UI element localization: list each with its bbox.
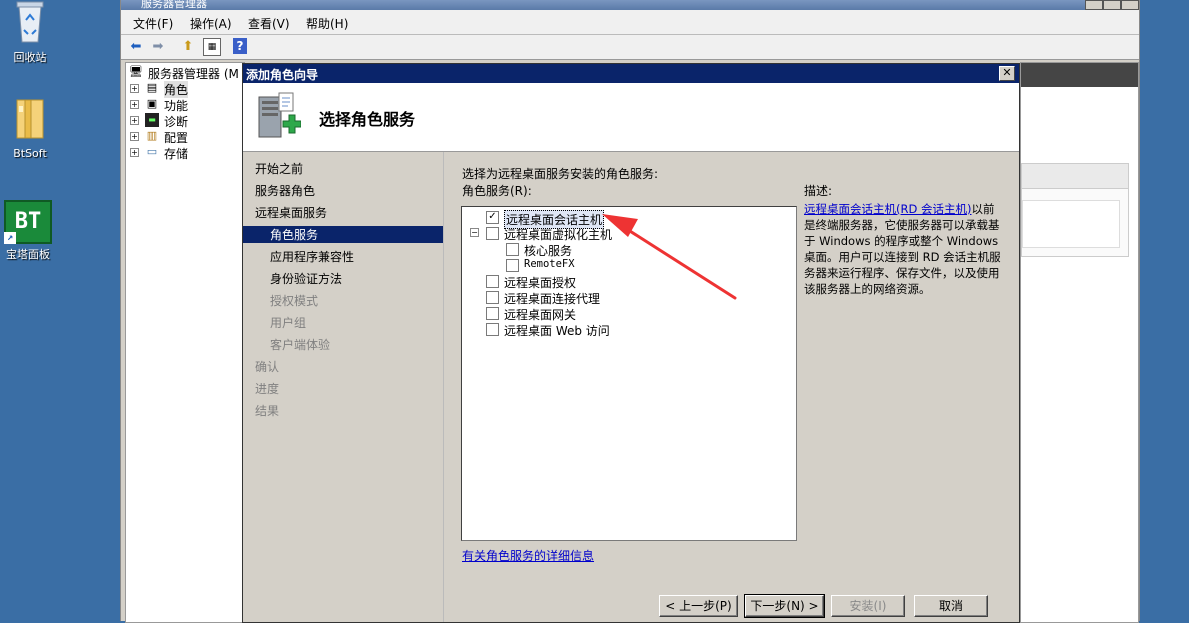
desktop-icon-recycle-bin[interactable]: 回收站 [0,0,60,65]
step-server-roles[interactable]: 服务器角色 [255,182,315,200]
more-info-link[interactable]: 有关角色服务的详细信息 [462,547,594,564]
role-service-label: 核心服务 [524,244,573,258]
step-remote-desktop-services[interactable]: 远程桌面服务 [255,204,327,222]
checkbox-rd-gateway[interactable] [486,307,499,320]
checkbox-rd-web-access[interactable] [486,323,499,336]
shortcut-arrow-icon: ↗ [4,232,16,244]
server-add-role-icon [258,92,301,138]
step-application-compatibility[interactable]: 应用程序兼容性 [270,248,354,266]
next-button[interactable]: 下一步(N) > [744,594,825,618]
close-button[interactable] [1121,0,1139,10]
step-client-experience: 客户端体验 [270,338,331,352]
cancel-button[interactable]: 取消 [914,595,988,617]
role-service-label: 远程桌面 Web 访问 [504,324,610,338]
menu-action[interactable]: 操作(A) [190,15,232,32]
step-progress: 进度 [255,382,280,396]
desktop-icon-btsoft[interactable]: BtSoft [0,96,60,160]
toolbar: ⬅ ➡ ⬆ ▦ ? [121,35,1139,60]
role-service-label: 远程桌面授权 [504,276,577,290]
menu-file[interactable]: 文件(F) [133,15,173,32]
maximize-button[interactable] [1103,0,1121,10]
storage-icon: ▭ [146,145,158,158]
folder-icon [16,99,44,139]
wizard-steps: 开始之前 服务器角色 远程桌面服务 角色服务 应用程序兼容性 身份验证方法 授权… [243,152,444,622]
expand-icon[interactable]: + [130,116,139,125]
dialog-titlebar[interactable]: 添加角色向导 ✕ [243,64,1019,83]
step-results: 结果 [255,404,280,418]
step-confirmation: 确认 [255,360,280,374]
recycle-bin-icon [16,1,44,43]
bt-panel-badge: BT [14,209,42,234]
server-icon: 🖥 [129,65,143,78]
collapse-icon[interactable]: − [470,228,479,237]
checkbox-rd-session-host[interactable]: ✓ [486,211,499,224]
window-titlebar[interactable]: 服务器管理器 [121,0,1139,10]
role-services-list[interactable]: ✓ 远程桌面会话主机 − 远程桌面虚拟化主机 核心服务 RemoteFX 远程桌… [461,206,797,541]
expand-icon[interactable]: + [130,148,139,157]
expand-icon[interactable]: + [130,132,139,141]
back-arrow-icon[interactable]: ⬅ [127,38,145,56]
step-licensing-mode: 授权模式 [270,294,319,308]
add-roles-wizard-dialog: 添加角色向导 ✕ 选择角色服务 开始之前 服务器角色 远程桌面服务 角色服务 应… [242,63,1020,623]
features-icon: ▣ [146,97,158,110]
details-box-header [1022,164,1128,189]
bt-panel-icon: BT ↗ [4,200,52,244]
expand-icon[interactable]: + [130,100,139,109]
role-service-label: RemoteFX [524,258,575,270]
details-box-content [1022,200,1120,248]
checkbox-core-services[interactable] [506,243,519,256]
window-title: 服务器管理器 [141,0,207,10]
roles-icon: ▤ [146,81,158,94]
dialog-header-title: 选择角色服务 [319,110,416,129]
wizard-content: 选择为远程桌面服务安装的角色服务: 角色服务(R): 描述: ✓ 远程桌面会话主… [444,152,1019,622]
navigation-tree: 🖥 服务器管理器 (M + ▤ 角色 + ▣ 功能 + ▬ 诊断 + ▥ 配置 … [125,62,245,623]
checkbox-rd-connection-broker[interactable] [486,291,499,304]
diagnostics-icon: ▬ [145,113,159,127]
menu-view[interactable]: 查看(V) [248,15,290,32]
role-service-label: 远程桌面虚拟化主机 [504,228,613,242]
minimize-button[interactable] [1085,0,1103,10]
dialog-header: 选择角色服务 [243,83,1019,152]
step-before-you-begin[interactable]: 开始之前 [255,160,303,178]
configuration-icon: ▥ [146,129,158,142]
description-label: 描述: [804,184,833,198]
dialog-close-button[interactable]: ✕ [999,66,1015,81]
description-link[interactable]: 远程桌面会话主机(RD 会话主机) [804,202,971,216]
role-services-label: 角色服务(R): [462,184,532,198]
checkbox-remotefx[interactable] [506,259,519,272]
instruction-text: 选择为远程桌面服务安装的角色服务: [462,167,659,181]
desktop-icon-bt-panel[interactable]: BT ↗ 宝塔面板 [0,200,58,262]
step-user-groups: 用户组 [270,316,307,330]
forward-arrow-icon[interactable]: ➡ [149,38,167,56]
details-box [1021,163,1129,257]
help-icon[interactable]: ? [233,38,247,54]
show-hide-tree-icon[interactable]: ▦ [203,38,221,56]
up-folder-icon[interactable]: ⬆ [179,38,197,56]
details-header [1021,63,1138,87]
role-service-label: 远程桌面网关 [504,308,577,322]
dialog-title: 添加角色向导 [246,68,319,82]
desktop-icon-label: BtSoft [13,147,47,160]
expand-icon[interactable]: + [130,84,139,93]
details-pane [1020,62,1139,623]
description-text: 远程桌面会话主机(RD 会话主机)以前是终端服务器，它使服务器可以承载基于 Wi… [804,201,1004,297]
back-button[interactable]: < 上一步(P) [659,595,738,617]
step-authentication-method[interactable]: 身份验证方法 [270,270,342,288]
desktop-icon-label: 回收站 [13,51,47,64]
menu-bar: 文件(F) 操作(A) 查看(V) 帮助(H) [121,10,1139,35]
role-service-label: 远程桌面连接代理 [504,292,601,306]
checkbox-rd-licensing[interactable] [486,275,499,288]
menu-help[interactable]: 帮助(H) [306,15,348,32]
install-button: 安装(I) [831,595,905,617]
desktop-icon-label: 宝塔面板 [6,248,50,261]
description-body: 以前是终端服务器，它使服务器可以承载基于 Windows 的程序或整个 Wind… [804,202,1001,296]
checkbox-rd-virtualization-host[interactable] [486,227,499,240]
step-role-services[interactable]: 角色服务 [270,226,318,244]
